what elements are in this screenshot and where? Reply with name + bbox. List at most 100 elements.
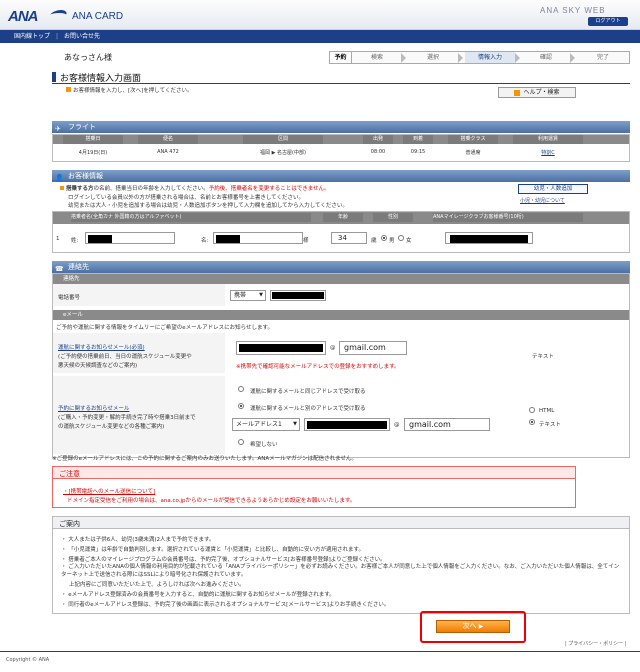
- rsv-mail-link[interactable]: 予約に関するお知らせメール: [58, 404, 129, 412]
- flight-table: 搭乗日 便名 区間 出発 到着 搭乗クラス 利用運賃 4月19日(日) ANA …: [52, 134, 630, 162]
- passenger-note-3: 幼児または大人・小児を追加する場合は幼児・人数追加ボタンを押して入力欄を追加して…: [68, 203, 348, 209]
- flight-number: ANA 472: [157, 149, 179, 155]
- passenger-col-gender: 性別: [373, 213, 413, 222]
- rsv-mail-desc-1: (ご購入・予約変更・解約手続き完了時や搭乗3日前まで: [58, 415, 196, 421]
- step-input: 情報入力: [465, 52, 515, 63]
- guide-title: ご案内: [59, 520, 80, 528]
- rsv-none-radio[interactable]: [238, 439, 244, 445]
- copyright: Copyright © ANA: [6, 657, 50, 663]
- caution-title: ご注意: [59, 470, 80, 478]
- email-footnote: ※ご登録のeメールアドレスには、この予約に関するご案内のみお送りいたします。AN…: [52, 456, 357, 462]
- help-search-button[interactable]: ヘルプ・検索: [498, 87, 576, 98]
- nav-contact[interactable]: お問い合せ先: [64, 30, 100, 43]
- footer-rule: [0, 651, 640, 652]
- age-unit: 歳: [371, 238, 377, 244]
- rsv-different-address-label: 運航に関するメールと別のアドレスで受け取る: [250, 406, 366, 412]
- rsv-mail-desc-2: の運航スケジュール変更などの各種ご案内): [58, 424, 165, 430]
- passenger-col-name: 搭乗者名(全角カナ 外国籍の方はアルファベット): [71, 213, 311, 222]
- guide-item: ・ 同行者のeメールアドレス登録は、予約完了後の画面に表示されるオプショナルサー…: [61, 602, 390, 608]
- flight-route: 福岡 ▶ 名古屋(中部): [260, 150, 306, 156]
- flight-col-fare: 利用運賃: [513, 135, 583, 144]
- flight-col-class: 搭乗クラス: [448, 135, 498, 144]
- ana-sky-web-title: ANA SKY WEB: [540, 6, 606, 15]
- nav-bar: 国内線トップ | お問い合せ先: [0, 30, 640, 43]
- caution-domain-note: ドメイン指定受信をご利用の場合は、ana.co.jpからのメールが受信できるよう…: [67, 498, 356, 504]
- passenger-table: 搭乗者名(全角カナ 外国籍の方はアルファベット) 年齢 性別 ANAマイレージク…: [52, 211, 630, 253]
- title-marker: [52, 72, 56, 82]
- rsv-address-select[interactable]: メールアドレス1 ▼: [232, 418, 300, 431]
- rsv-different-address-radio[interactable]: [238, 403, 244, 409]
- flight-col-route: 区間: [243, 135, 323, 144]
- privacy-policy-link[interactable]: | プライバシー・ポリシー |: [565, 640, 626, 647]
- ana-logo[interactable]: ANA: [8, 8, 38, 25]
- help-icon: [514, 89, 521, 96]
- rsv-none-label: 希望しない: [250, 442, 278, 448]
- ops-mail-local-input[interactable]: [236, 341, 326, 355]
- arrow-right-icon: ▶: [478, 623, 484, 630]
- bullet-icon: [66, 87, 71, 92]
- ops-mail-format: テキスト: [532, 354, 554, 360]
- nav-domestic-top[interactable]: 国内線トップ: [14, 30, 50, 43]
- ops-mail-domain-input[interactable]: gmail.com: [339, 341, 407, 355]
- flight-depart: 08:00: [370, 149, 386, 155]
- phone-label: 電話番号: [58, 295, 81, 301]
- last-name-label: 姓:: [71, 238, 79, 244]
- flight-col-date: 搭乗日: [63, 135, 123, 144]
- steps-label: 予約: [330, 52, 352, 63]
- ops-mail-desc-1: (ご予約便の搭乗前日、当日の運航スケジュール変更や: [58, 354, 192, 360]
- format-html-label: HTML: [539, 408, 555, 414]
- format-html-radio[interactable]: [529, 407, 535, 413]
- ops-at-sign: @: [330, 345, 336, 351]
- rsv-mail-domain-input[interactable]: gmail.com: [404, 418, 490, 431]
- guide-item-privacy: ・ ご入力いただいたANAの個人情報の利用目的が記載されている「ANAプライバシ…: [61, 564, 620, 578]
- redacted-block: [88, 235, 112, 243]
- step-complete: 完了: [596, 54, 609, 61]
- redacted-block: [272, 292, 324, 299]
- user-name: あなっさん様: [64, 53, 112, 62]
- page: ANA ANA CARD ANA SKY WEB ログアウト 国内線トップ | …: [0, 0, 640, 672]
- flight-arrive: 09:15: [410, 149, 426, 155]
- flight-col-arrive: 到着: [403, 135, 433, 144]
- logout-button[interactable]: ログアウト: [588, 17, 628, 26]
- guide-item: ・ 大人または子供6人、幼児(3歳未満)2人まで予約できます。: [61, 537, 215, 543]
- guide-item: 上記内容にご同意いただいた上で、よろしければ次へお進みください。: [69, 582, 245, 588]
- gender-male-radio[interactable]: [381, 235, 387, 241]
- caution-mobile-link[interactable]: ・[携帯電話へのメール送信について]: [63, 487, 155, 495]
- age-input[interactable]: 34: [331, 232, 367, 244]
- add-infant-button[interactable]: 幼児・人数追加: [518, 184, 588, 194]
- rsv-at-sign: @: [394, 422, 400, 428]
- progress-steps: 予約 検索 選択 情報入力 確認 完了: [329, 51, 630, 64]
- rsv-same-address-radio[interactable]: [238, 386, 244, 392]
- flight-fare-link[interactable]: 特割C: [513, 149, 583, 156]
- flight-section-header: ✈ フライト: [52, 121, 630, 133]
- chevron-down-icon: ▼: [259, 292, 263, 298]
- mileage-number-input[interactable]: [445, 232, 533, 244]
- flight-col-number: 便名: [138, 135, 198, 144]
- phone-type-select[interactable]: 携帯 ▼: [230, 290, 266, 301]
- contact-section-header: ☎ 連絡先: [52, 261, 630, 273]
- infant-info-link[interactable]: 小児・幼児について: [520, 197, 565, 204]
- step-confirm: 確認: [539, 54, 552, 61]
- ops-mail-desc-2: 悪天候の天候調査などのご案内): [58, 363, 138, 369]
- gender-female-label: 女: [406, 238, 412, 244]
- format-text-label: テキスト: [539, 422, 561, 428]
- sama-label: 様: [303, 238, 309, 244]
- rsv-mail-local-input[interactable]: [304, 418, 390, 431]
- next-button[interactable]: 次へ ▶: [436, 620, 510, 633]
- ops-mail-link[interactable]: 運航に関するお知らせメール(必須): [58, 343, 145, 351]
- format-text-radio[interactable]: [529, 419, 535, 425]
- phone-number-input[interactable]: [270, 290, 326, 301]
- first-name-input[interactable]: [213, 232, 303, 244]
- person-icon: 👤: [55, 174, 64, 182]
- last-name-input[interactable]: [85, 232, 175, 244]
- ana-card-title: ANA CARD: [72, 11, 124, 22]
- guide-item: ・ eメールアドレス登録済みの会員番号を入力すると、自動的に運航に関するお知らせ…: [61, 592, 335, 598]
- flight-col-depart: 出発: [363, 135, 393, 144]
- passenger-col-age: 年齢: [323, 213, 363, 222]
- title-underline: [52, 83, 630, 84]
- passenger-note-2: ログインしている会員以外の方が搭乗される場合は、名前とお客様番号を上書きしてくだ…: [68, 195, 305, 201]
- email-subheader: eメール: [53, 310, 629, 320]
- email-description: ご予約や運航に関する情報をタイムリーにご希望のeメールアドレスにお知らせします。: [56, 325, 274, 331]
- step-select: 選択: [426, 54, 439, 61]
- gender-female-radio[interactable]: [398, 235, 404, 241]
